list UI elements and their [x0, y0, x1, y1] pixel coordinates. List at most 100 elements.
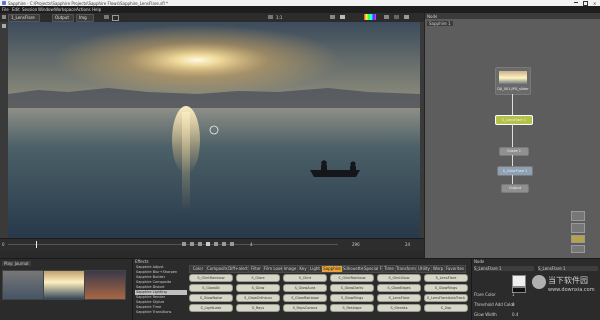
step-forward-icon[interactable]	[222, 242, 226, 246]
tab-light[interactable]: Light	[308, 265, 322, 273]
overlay-icon[interactable]	[104, 15, 109, 19]
arrow-tool-icon[interactable]	[2, 24, 6, 28]
param-value[interactable]: 1	[512, 292, 515, 297]
grid-icon[interactable]	[112, 15, 119, 21]
tab-favorites[interactable]: Favorites	[444, 265, 466, 273]
params-dropdown-left[interactable]: S_LensFlare 1	[474, 266, 534, 271]
param-value[interactable]: 0.4	[512, 312, 518, 317]
node-grade[interactable]: Grade 1	[499, 147, 529, 156]
color-swatch-icon[interactable]	[364, 14, 376, 20]
frame-end[interactable]: 296	[352, 242, 360, 247]
effect-button[interactable]: S_GlowAlt	[189, 284, 233, 292]
step-back-icon[interactable]	[190, 242, 194, 246]
node-tool-icon[interactable]	[571, 245, 585, 253]
clip-thumbnail[interactable]	[84, 270, 126, 300]
play-icon[interactable]	[214, 242, 218, 246]
effect-button[interactable]: S_Glare	[236, 274, 280, 282]
alpha-icon[interactable]	[340, 15, 345, 19]
node-lensflare[interactable]: S_LensFlare 1	[495, 115, 533, 125]
window-title: Sapphire - C:\Projects\Sapphire Projects…	[8, 0, 169, 6]
tab-special-fx[interactable]: Special FX	[363, 265, 383, 273]
clip-select[interactable]: 1_LensFlare	[8, 14, 40, 22]
tab-time[interactable]: Time	[382, 265, 396, 273]
frame-current[interactable]: 4	[250, 242, 253, 247]
effect-button[interactable]: S_Streaks	[377, 304, 421, 312]
tab-transform[interactable]: Transform	[395, 265, 417, 273]
tab-sapphire[interactable]: Sapphire	[321, 265, 343, 273]
menu-bar: File Edit Session Window Workspace Actio…	[0, 6, 600, 13]
effect-button[interactable]: S_GlowDarks	[330, 284, 374, 292]
tab-warp[interactable]: Warp	[431, 265, 445, 273]
tab-film-look[interactable]: Film Look	[263, 265, 283, 273]
effect-button[interactable]: S_GlowOrthicon	[236, 294, 280, 302]
fit-icon[interactable]	[268, 15, 273, 19]
effect-button[interactable]: S_RaysCorona	[283, 304, 327, 312]
output-select[interactable]: Output	[52, 14, 74, 22]
param-value[interactable]: 0	[512, 302, 515, 307]
effect-button[interactable]: S_LightLeak	[189, 304, 233, 312]
tab-utility[interactable]: Utility	[416, 265, 432, 273]
node-tool-icon[interactable]	[571, 235, 585, 243]
node-panel-dropdown[interactable]: Sapphire 1	[427, 21, 453, 26]
effect-button[interactable]: S_LensFlare	[377, 294, 421, 302]
node-graph-panel[interactable]: Node Sapphire 1 DJI_001.JPG_slider S_Len…	[424, 13, 600, 258]
info-icon[interactable]	[404, 15, 409, 19]
effect-button[interactable]: S_Glow	[236, 284, 280, 292]
watermark-logo	[532, 275, 546, 289]
effect-button[interactable]: S_GlowRainbow	[283, 294, 327, 302]
node-tool-icon[interactable]	[571, 223, 585, 233]
clip-dropdown[interactable]: Play: Journal	[2, 261, 31, 266]
lut-icon[interactable]	[394, 15, 399, 19]
menu-window[interactable]: Window	[38, 7, 54, 12]
menu-edit[interactable]: Edit	[12, 7, 20, 12]
node-output[interactable]: Output	[501, 184, 529, 193]
close-button[interactable]: ✕	[593, 1, 596, 6]
tab-color[interactable]: Color	[189, 265, 207, 273]
effect-button[interactable]: S_GlowRings	[424, 284, 468, 292]
pointer-icon[interactable]	[2, 15, 6, 19]
effect-button[interactable]: S_Glint	[283, 274, 327, 282]
menu-workspace[interactable]: Workspace	[54, 7, 76, 12]
menu-actions[interactable]: Actions	[76, 7, 91, 12]
tab-silhouette[interactable]: Silhouette	[342, 265, 364, 273]
clip-thumbnail[interactable]	[2, 270, 44, 300]
stop-icon[interactable]	[206, 242, 210, 246]
go-start-icon[interactable]	[182, 242, 186, 246]
channel-icon[interactable]	[330, 15, 335, 19]
tab-image[interactable]: Image	[282, 265, 298, 273]
tab-composite[interactable]: Composite	[206, 265, 228, 273]
tab-filter[interactable]: Filter	[248, 265, 264, 273]
list-item[interactable]: Sapphire Transitions	[135, 310, 187, 315]
effect-button[interactable]: S_GlowAura	[283, 284, 327, 292]
effect-button[interactable]: S_GlowRings	[330, 294, 374, 302]
settings-icon[interactable]	[384, 15, 389, 19]
timeline-track[interactable]	[8, 244, 338, 245]
node-source[interactable]: DJI_001.JPG_slider	[495, 67, 531, 95]
mode-select[interactable]: Img	[76, 14, 94, 22]
node-tool-icon[interactable]	[571, 211, 585, 221]
play-back-icon[interactable]	[198, 242, 202, 246]
menu-file[interactable]: File	[2, 7, 9, 12]
zoom-level[interactable]: 1:1	[276, 15, 282, 20]
clip-thumbnail[interactable]	[43, 270, 85, 300]
image-viewer[interactable]	[8, 22, 420, 238]
menu-session[interactable]: Session	[22, 7, 37, 12]
effect-button[interactable]: S_LensFlare	[424, 274, 468, 282]
tab-diff[interactable]: Diff+alert	[227, 265, 249, 273]
menu-help[interactable]: Help	[92, 7, 101, 12]
effect-button[interactable]: S_GlowNoise	[189, 294, 233, 302]
param-swatch[interactable]	[512, 275, 526, 287]
effect-button[interactable]: S_Reshape	[330, 304, 374, 312]
node-colorfuse[interactable]: S_ColorFuse 1	[497, 166, 533, 176]
effect-button[interactable]: S_LensFlareAutoTrack	[424, 294, 468, 302]
effect-button[interactable]: S_Rays	[236, 304, 280, 312]
playhead[interactable]	[36, 241, 37, 248]
go-end-icon[interactable]	[230, 242, 234, 246]
effect-button[interactable]: S_GlowEdges	[377, 284, 421, 292]
fps[interactable]: 24	[405, 242, 410, 247]
effect-button[interactable]: S_GlintGlow	[377, 274, 421, 282]
effect-button[interactable]: S_Zap	[424, 304, 468, 312]
effect-button[interactable]: S_GlintRainbow	[330, 274, 374, 282]
minimize-button[interactable]	[574, 2, 578, 3]
effect-button[interactable]: S_GlintRainbow	[189, 274, 233, 282]
